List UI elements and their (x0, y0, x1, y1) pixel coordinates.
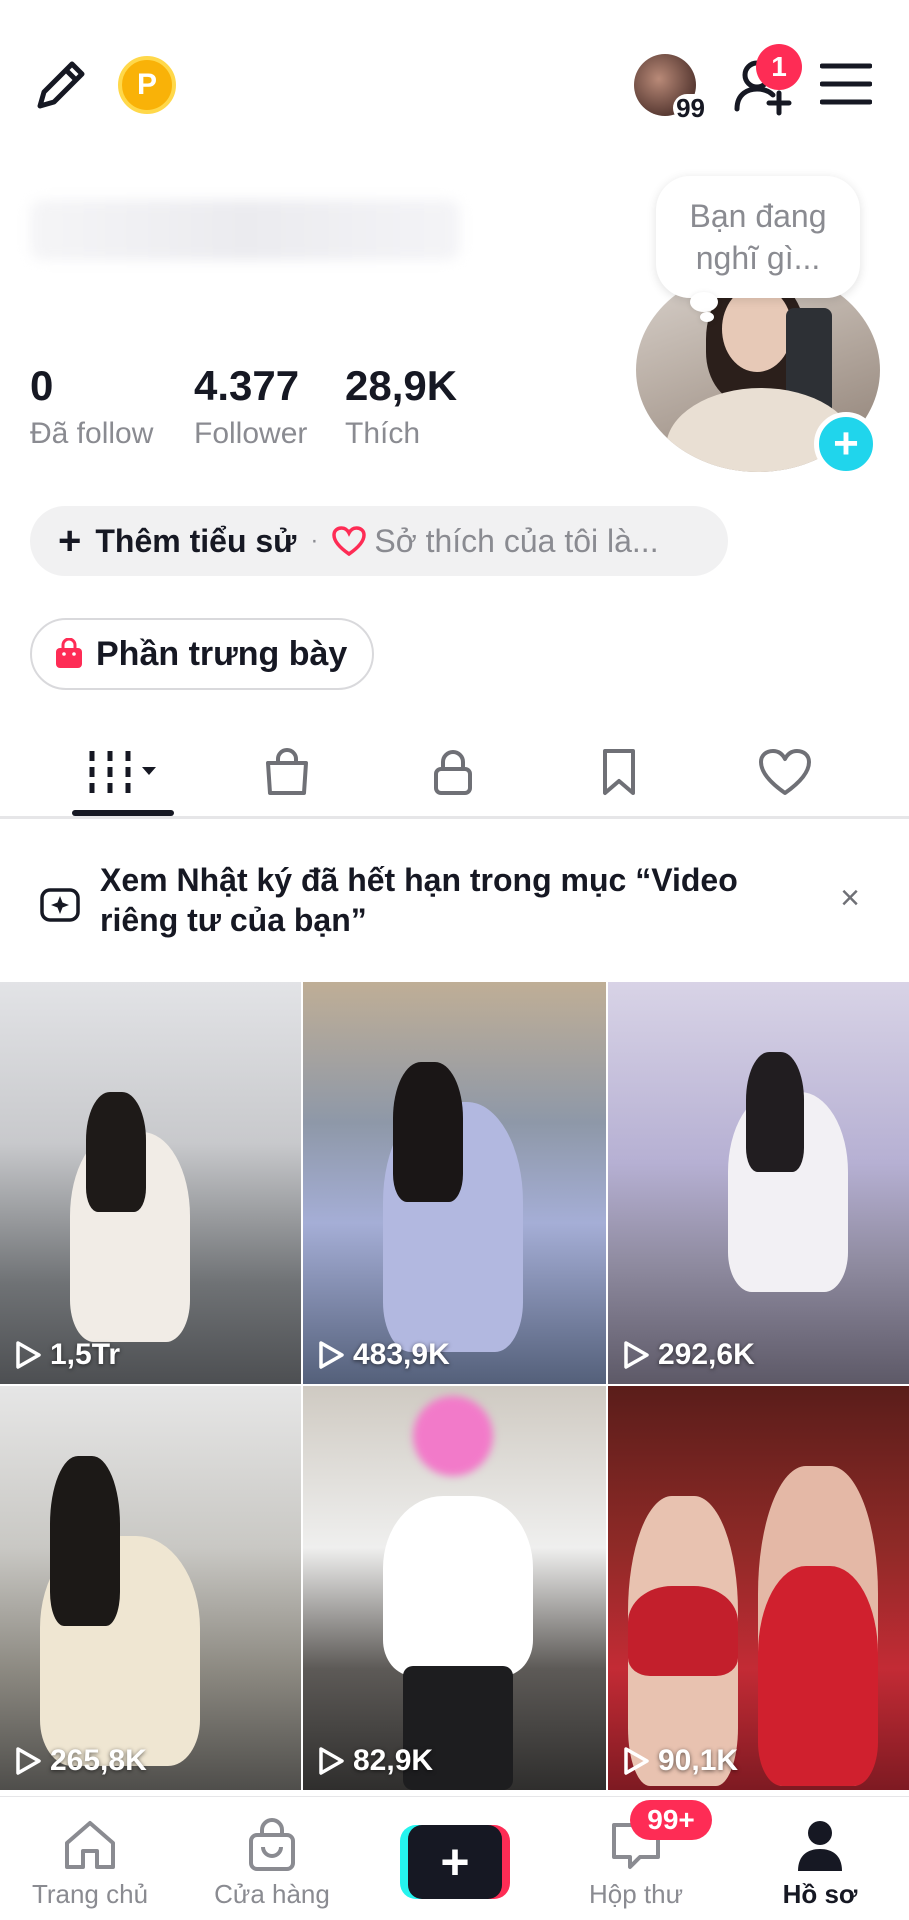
top-bar: P 99 1 (0, 0, 909, 170)
inbox-badge: 99+ (630, 1800, 712, 1840)
tab-liked[interactable] (702, 730, 868, 814)
video-thumbnail[interactable]: 82,9K (303, 1386, 606, 1790)
profile-tabs (0, 730, 909, 818)
coin-icon[interactable]: P (118, 56, 176, 114)
notification-badge: 1 (756, 44, 802, 90)
bio-pill[interactable]: + Thêm tiểu sử · Sở thích của tôi là... (30, 506, 728, 576)
view-count: 265,8K (14, 1744, 147, 1778)
bookmark-icon (603, 749, 635, 795)
add-photo-button[interactable]: + (814, 412, 878, 476)
interests-placeholder: Sở thích của tôi là... (374, 522, 659, 559)
avatar-photo-face (722, 286, 792, 372)
profile-icon (792, 1815, 848, 1875)
hamburger-menu-icon[interactable] (818, 56, 874, 112)
view-count-text: 82,9K (353, 1744, 434, 1777)
view-count: 292,6K (622, 1338, 755, 1372)
tab-shop[interactable] (204, 730, 370, 814)
following-count: 0 (30, 362, 54, 409)
video-thumbnail[interactable]: 1,5Tr (0, 982, 301, 1384)
play-icon (16, 1341, 41, 1369)
view-count-text: 265,8K (50, 1744, 147, 1777)
tabs-divider (0, 816, 909, 819)
story-archive-icon (38, 882, 82, 926)
view-count-text: 483,9K (353, 1338, 450, 1371)
plus-icon: + (408, 1825, 502, 1899)
banner-text: Xem Nhật ký đã hết hạn trong mục “Video … (100, 862, 738, 938)
video-thumbnail[interactable]: 265,8K (0, 1386, 301, 1790)
add-friend-icon[interactable]: 1 (728, 44, 802, 120)
thought-bubble-dot (700, 312, 714, 322)
view-count: 82,9K (317, 1744, 433, 1778)
following-label: Đã follow (30, 417, 154, 450)
nav-home-label: Trang chủ (31, 1879, 149, 1909)
nav-profile[interactable]: Hồ sơ (740, 1797, 900, 1920)
video-grid: 1,5Tr 483,9K 292,6K 265,8K 82,9K 90,1K (0, 982, 909, 1794)
play-icon (319, 1341, 344, 1369)
shopping-bag-icon (246, 1815, 298, 1875)
thumbnail-costume (628, 1586, 738, 1676)
heart-icon (332, 526, 367, 556)
create-button[interactable]: + (400, 1825, 510, 1899)
view-count: 90,1K (622, 1744, 738, 1778)
expired-stories-banner[interactable]: Xem Nhật ký đã hết hạn trong mục “Video … (0, 840, 909, 960)
video-thumbnail[interactable]: 90,1K (608, 1386, 909, 1790)
blurred-username (30, 200, 460, 260)
video-thumbnail[interactable]: 292,6K (608, 982, 909, 1384)
thought-bubble-dot (690, 292, 718, 312)
view-count: 483,9K (317, 1338, 450, 1372)
pencil-edit-icon[interactable] (28, 50, 96, 118)
shopping-bag-icon (266, 748, 308, 795)
showcase-button[interactable]: Phần trưng bày (30, 618, 374, 690)
view-count-text: 90,1K (658, 1744, 739, 1777)
following-stat[interactable]: 0 Đã follow (30, 362, 153, 454)
story-count-badge: 99 (673, 94, 708, 122)
tab-videos[interactable] (40, 730, 206, 814)
play-icon (624, 1341, 649, 1369)
heart-icon (759, 749, 811, 795)
play-icon (624, 1747, 649, 1775)
bottom-navigation: Trang chủ Cửa hàng + Hộp thư Hồ sơ (0, 1796, 909, 1920)
shopping-bag-icon (54, 638, 84, 670)
thumbnail-figure-hair (746, 1052, 804, 1172)
thumbnail-figure (383, 1496, 533, 1676)
play-icon (16, 1747, 41, 1775)
follower-label: Follower (194, 417, 308, 450)
close-icon[interactable]: × (832, 879, 868, 917)
story-avatar[interactable]: 99 (634, 54, 708, 122)
tab-saved[interactable] (536, 730, 702, 814)
showcase-label: Phần trưng bày (96, 634, 348, 673)
follower-count: 4.377 (194, 362, 300, 409)
nav-home[interactable]: Trang chủ (10, 1797, 170, 1920)
nav-shop-label: Cửa hàng (214, 1879, 330, 1909)
likes-label: Thích (345, 417, 421, 450)
video-thumbnail[interactable]: 483,9K (303, 982, 606, 1384)
likes-stat[interactable]: 28,9K Thích (345, 362, 457, 454)
thumbnail-figure-hair (393, 1062, 463, 1202)
bio-separator: · (310, 527, 319, 554)
follower-stat[interactable]: 4.377 Follower (194, 362, 307, 454)
lock-icon (434, 750, 472, 795)
view-count: 1,5Tr (14, 1338, 120, 1372)
likes-count: 28,9K (345, 362, 458, 409)
nav-shop[interactable]: Cửa hàng (192, 1797, 352, 1920)
thumbnail-blur-face (413, 1396, 493, 1476)
add-bio-label: Thêm tiểu sử (95, 522, 297, 559)
view-count-text: 292,6K (658, 1338, 755, 1371)
plus-icon: + (58, 519, 82, 563)
thumbnail-costume (758, 1566, 878, 1786)
thought-bubble-text: Bạn đang nghĩ gì... (689, 198, 827, 276)
tab-private[interactable] (370, 730, 536, 814)
play-icon (319, 1747, 344, 1775)
nav-inbox-label: Hộp thư (588, 1879, 683, 1909)
thumbnail-figure-hair (86, 1092, 146, 1212)
thought-bubble[interactable]: Bạn đang nghĩ gì... (656, 176, 860, 298)
coin-letter: P (136, 68, 157, 101)
home-icon (61, 1815, 119, 1875)
thumbnail-figure-hair (50, 1456, 120, 1626)
view-count-text: 1,5Tr (50, 1338, 121, 1371)
grid-icon (89, 751, 156, 793)
nav-profile-label: Hồ sơ (782, 1879, 858, 1909)
